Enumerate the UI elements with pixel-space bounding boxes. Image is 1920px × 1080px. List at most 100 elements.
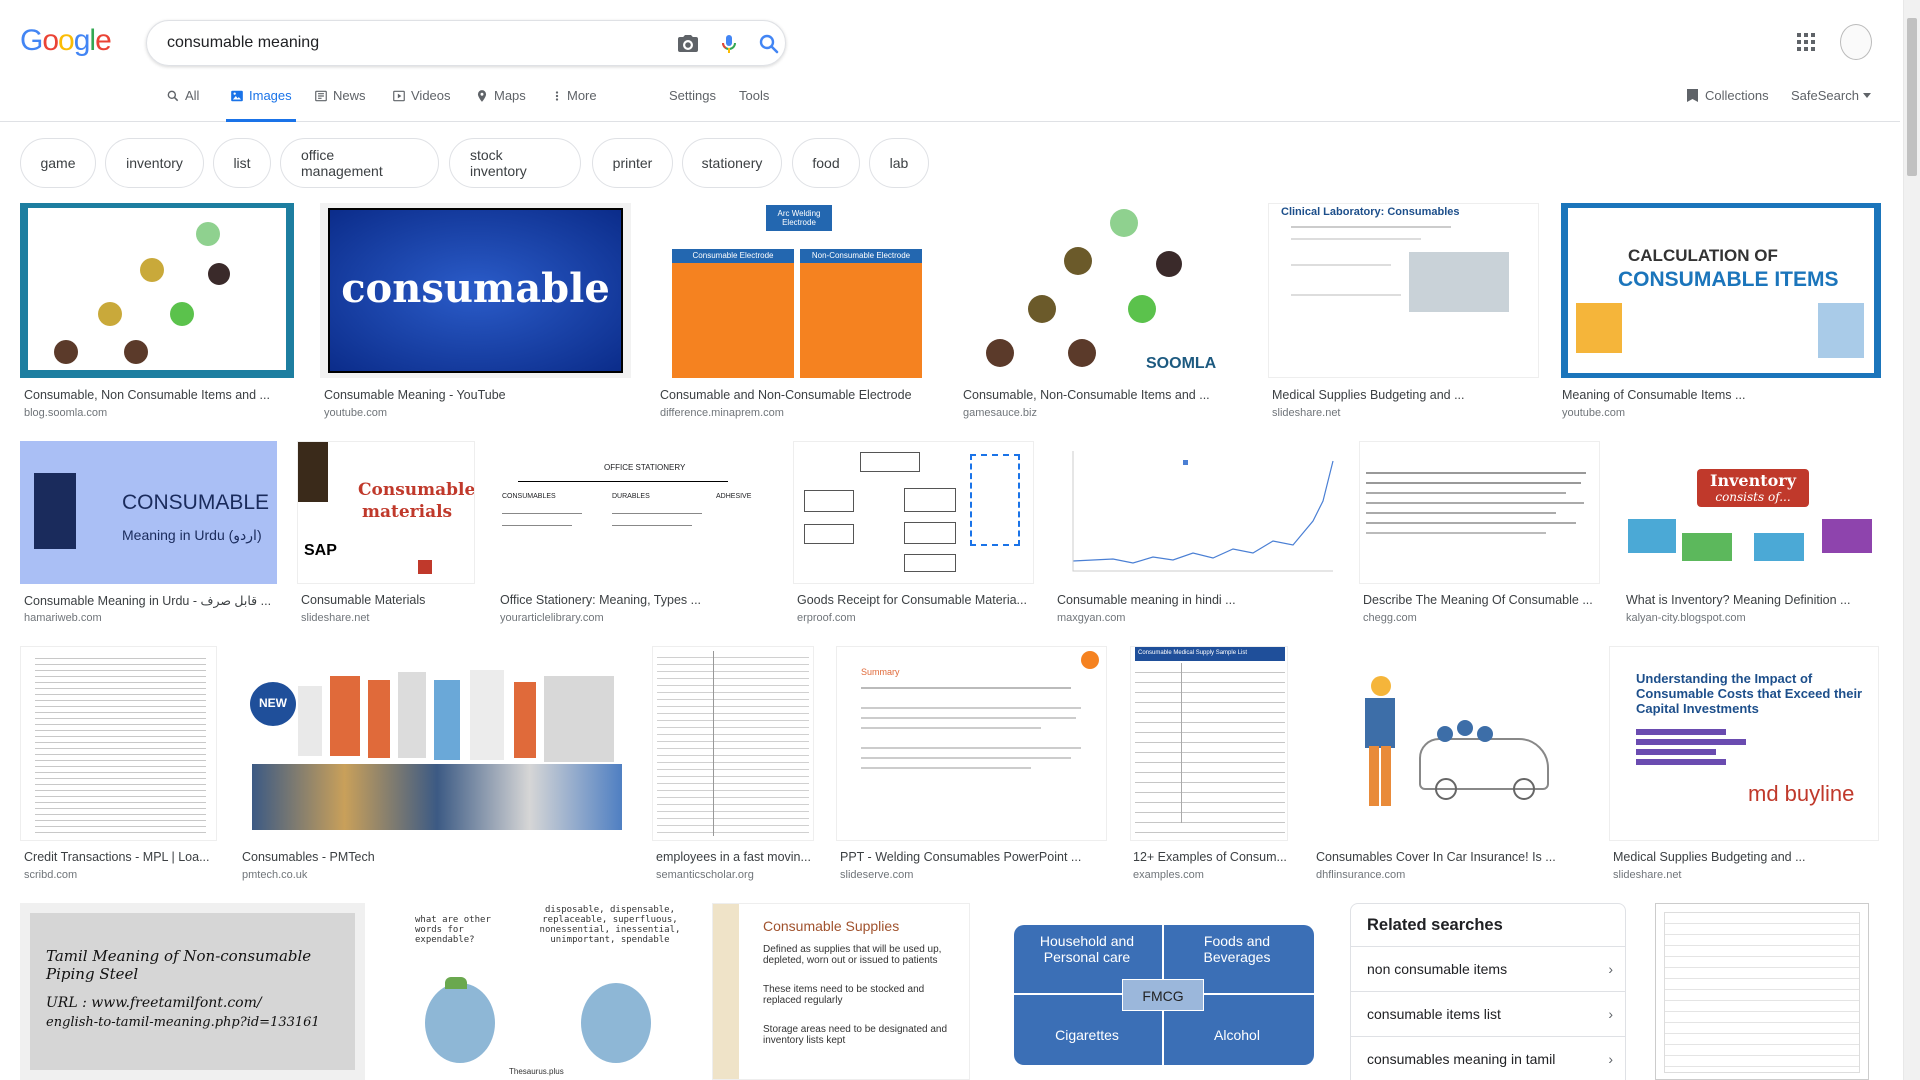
thumbnail-text: Foods and Beverages [1203, 933, 1271, 965]
result-source: youtube.com [324, 407, 387, 419]
thumbnail-text: These items need to be stocked and repla… [763, 984, 925, 1006]
settings-link[interactable]: Settings [669, 88, 716, 122]
thumbnail-text: CALCULATION OF [1628, 246, 1778, 265]
chip-list[interactable]: list [213, 138, 271, 188]
result-title[interactable]: Medical Supplies Budgeting and ... [1613, 850, 1873, 864]
chip-food[interactable]: food [792, 138, 860, 188]
result-title[interactable]: Consumable and Non-Consumable Electrode [660, 388, 940, 402]
thumbnail-text: NEW [250, 682, 296, 726]
chip-game[interactable]: game [20, 138, 96, 188]
result-title[interactable]: Consumable meaning in hindi ... [1057, 593, 1257, 607]
result-title[interactable]: Meaning of Consumable Items ... [1562, 388, 1822, 402]
result-thumbnail[interactable]: OFFICE STATIONERY CONSUMABLES DURABLES A… [496, 441, 772, 584]
result-thumbnail[interactable]: Household and Personal care Foods and Be… [990, 903, 1330, 1080]
thumbnail-text: Clinical Laboratory: Consumables [1281, 206, 1460, 218]
result-title[interactable]: Consumables - PMTech [242, 850, 522, 864]
tab-news[interactable]: News [314, 88, 366, 122]
result-thumbnail[interactable]: Consumable Supplies Defined as supplies … [712, 903, 970, 1080]
related-search-item[interactable]: non consumable items › [1351, 946, 1625, 991]
result-title[interactable]: Office Stationery: Meaning, Types ... [500, 593, 710, 607]
result-title[interactable]: Consumable, Non-Consumable Items and ... [963, 388, 1213, 402]
result-title[interactable]: Goods Receipt for Consumable Materia... [797, 593, 1029, 607]
collections-link[interactable]: Collections [1686, 88, 1769, 103]
chip-label: food [812, 155, 840, 171]
result-source: kalyan-city.blogspot.com [1626, 612, 1746, 624]
result-title[interactable]: Consumable, Non Consumable Items and ... [24, 388, 284, 402]
tab-videos[interactable]: Videos [392, 88, 451, 122]
search-box[interactable] [146, 20, 786, 66]
result-thumbnail[interactable]: SOOMLA [960, 203, 1248, 378]
result-thumbnail[interactable] [20, 203, 294, 378]
tab-images[interactable]: Images [226, 88, 296, 122]
result-title[interactable]: employees in a fast movin... [656, 850, 811, 864]
scrollbar-thumb[interactable] [1907, 18, 1917, 176]
result-source: hamariweb.com [24, 612, 102, 624]
result-thumbnail[interactable]: Consumable Medical Supply Sample List [1130, 646, 1288, 841]
result-thumbnail[interactable]: consumable [320, 203, 631, 378]
apps-grid-icon[interactable] [1796, 32, 1816, 52]
result-thumbnail[interactable]: Arc Welding Electrode Consumable Electro… [660, 203, 933, 378]
result-thumbnail[interactable] [1311, 646, 1589, 841]
page-scrollbar[interactable] [1903, 0, 1920, 1080]
result-thumbnail[interactable] [1053, 441, 1339, 584]
chip-lab[interactable]: lab [869, 138, 929, 188]
chip-stock-inventory[interactable]: stock inventory [449, 138, 581, 188]
result-thumbnail[interactable] [793, 441, 1034, 584]
result-thumbnail[interactable] [20, 646, 217, 841]
image-icon [231, 90, 243, 102]
thumbnail-text: md buyline [1748, 781, 1855, 806]
chip-office-management[interactable]: office management [280, 138, 439, 188]
result-title[interactable]: What is Inventory? Meaning Definition ..… [1626, 593, 1856, 607]
chip-stationery[interactable]: stationery [682, 138, 782, 188]
thumbnail-text: english-to-tamil-meaning.php?id=133161 [46, 1015, 320, 1030]
result-title[interactable]: Credit Transactions - MPL | Loa... [24, 850, 214, 864]
result-thumbnail[interactable]: Summary [836, 646, 1107, 841]
result-thumbnail[interactable]: CONSUMABLE Meaning in Urdu (اردو) [20, 441, 277, 584]
related-search-label: non consumable items [1367, 961, 1508, 977]
result-title[interactable]: PPT - Welding Consumables PowerPoint ... [840, 850, 1102, 864]
result-title[interactable]: 12+ Examples of Consum... [1133, 850, 1288, 864]
result-title[interactable]: Consumable Meaning in Urdu - قابل صرف ..… [24, 593, 274, 608]
tab-maps[interactable]: Maps [475, 88, 526, 122]
result-thumbnail[interactable] [652, 646, 814, 841]
related-search-item[interactable]: consumable items list › [1351, 991, 1625, 1036]
chip-inventory[interactable]: inventory [105, 138, 204, 188]
settings-label: Settings [669, 88, 716, 103]
chip-label: inventory [126, 155, 183, 171]
chip-printer[interactable]: printer [592, 138, 673, 188]
result-title[interactable]: Medical Supplies Budgeting and ... [1272, 388, 1532, 402]
result-title[interactable]: Consumables Cover In Car Insurance! Is .… [1316, 850, 1576, 864]
result-thumbnail[interactable]: Clinical Laboratory: Consumables [1268, 203, 1539, 378]
tab-label: News [333, 88, 366, 103]
result-thumbnail[interactable]: NEW [238, 646, 631, 841]
search-icon[interactable] [757, 32, 781, 56]
result-source: yourarticlelibrary.com [500, 612, 604, 624]
result-thumbnail[interactable]: Consumable materials SAP [297, 441, 475, 584]
tab-label: More [567, 88, 597, 103]
news-icon [315, 90, 327, 102]
line-chart-thumbnail [1072, 451, 1334, 572]
tab-all[interactable]: All [166, 88, 199, 122]
tab-more[interactable]: More [552, 88, 597, 122]
thumbnail-text: consumable [341, 265, 610, 312]
result-title[interactable]: Consumable Meaning - YouTube [324, 388, 624, 402]
search-input[interactable] [167, 31, 647, 55]
account-avatar[interactable] [1840, 24, 1872, 60]
google-logo[interactable]: Google [20, 24, 112, 58]
result-thumbnail[interactable] [1655, 903, 1869, 1080]
result-title[interactable]: Describe The Meaning Of Consumable ... [1363, 593, 1595, 607]
result-thumbnail[interactable] [1359, 441, 1600, 584]
microphone-icon[interactable] [717, 32, 741, 56]
tools-link[interactable]: Tools [739, 88, 769, 122]
result-title[interactable]: Consumable Materials [301, 593, 476, 607]
result-thumbnail[interactable]: what are other words for expendable? dis… [385, 903, 692, 1080]
camera-icon[interactable] [676, 32, 700, 56]
related-search-item[interactable]: consumables meaning in tamil › [1351, 1036, 1625, 1080]
result-thumbnail[interactable]: CALCULATION OF CONSUMABLE ITEMS [1561, 203, 1881, 378]
tab-label: Videos [411, 88, 451, 103]
thumbnail-text: materials [362, 502, 453, 522]
result-thumbnail[interactable]: Inventory consists of... [1622, 441, 1879, 584]
safesearch-dropdown[interactable]: SafeSearch [1791, 88, 1871, 103]
result-thumbnail[interactable]: Tamil Meaning of Non-consumable Piping S… [20, 903, 365, 1080]
result-thumbnail[interactable]: Understanding the Impact of Consumable C… [1609, 646, 1879, 841]
